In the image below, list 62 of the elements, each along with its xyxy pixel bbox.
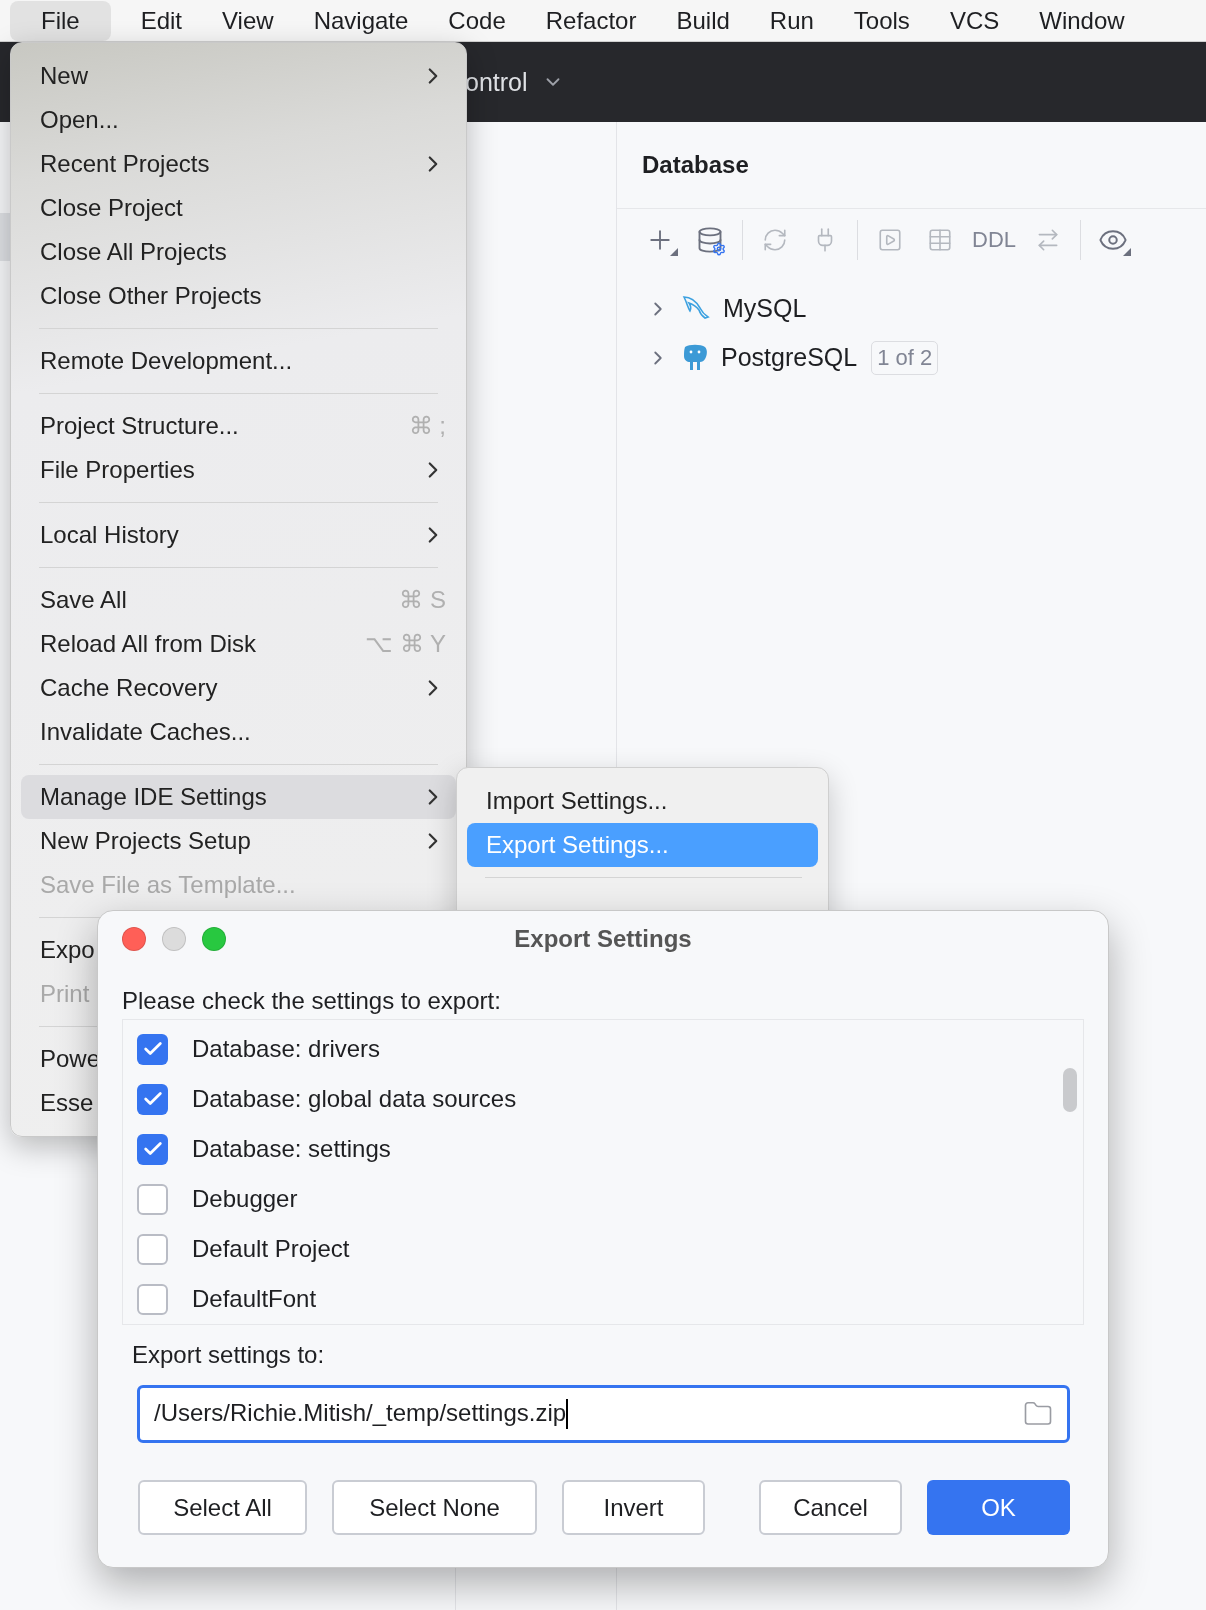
menu-item[interactable]: Recent Projects [21,142,456,186]
shortcut-text: ⌥ ⌘ Y [365,630,446,658]
ok-button[interactable]: OK [927,1480,1070,1535]
menu-bar-item[interactable]: File [10,0,111,41]
menu-item[interactable]: New Projects Setup [21,819,456,863]
menu-item[interactable]: Local History [21,513,456,557]
menu-bar-item[interactable]: View [202,0,294,41]
dialog-button[interactable]: Invert [562,1480,705,1535]
menu-bar-item[interactable]: Window [1019,0,1145,41]
menu-item[interactable]: Reload All from Disk ⌥ ⌘ Y [21,622,456,666]
menu-bar-item[interactable]: Navigate [293,0,429,41]
tree-item[interactable]: PostgreSQL [721,343,858,372]
menu-item[interactable]: Close Project [21,186,456,230]
menu-item[interactable]: Save All ⌘ S [21,578,456,622]
field-label: Export settings to: [132,1340,326,1370]
path-field[interactable]: /Users/Richie.Mitish/_temp/settings.zip [137,1385,1070,1443]
tree-item[interactable]: MySQL [723,294,807,323]
minimize-button[interactable] [162,927,186,951]
menu-bar-item[interactable]: VCS [929,0,1020,41]
dialog-title: Export Settings [514,925,692,953]
menu-item[interactable]: Close Other Projects [21,274,456,318]
setting-label: Database: global data sources [192,1085,517,1113]
panel-title: Database [617,122,1206,209]
menu-bar-item[interactable]: Run [749,0,834,41]
menu-bar-item[interactable]: Edit [120,0,203,41]
dialog-button[interactable]: Select None [332,1480,537,1535]
elephant-icon [681,342,709,373]
shortcut-text: ⌘ ; [408,412,446,440]
zoom-button[interactable] [202,927,226,951]
menu-item[interactable]: Invalidate Caches... [21,710,456,754]
checkbox[interactable] [137,1283,168,1315]
shortcut-text: ⌘ S [399,586,446,614]
setting-label: Database: drivers [192,1035,381,1063]
project-switcher[interactable]: ontrol [465,67,528,97]
checkbox[interactable] [137,1083,168,1115]
menu-item[interactable]: Remote Development... [21,339,456,383]
setting-label: Default Project [192,1235,350,1263]
menu-item[interactable]: Manage IDE Settings [21,775,456,819]
menu-bar-item[interactable]: Build [656,0,750,41]
dialog-button[interactable]: Cancel [759,1480,902,1535]
menu-bar-item[interactable]: Code [428,0,526,41]
menu-item[interactable]: Project Structure... ⌘ ; [21,404,456,448]
menu-item[interactable]: Import Settings... [467,779,818,823]
menu-bar-item[interactable]: Refactor [525,0,657,41]
scrollbar-thumb[interactable] [1063,1068,1077,1112]
menu-item[interactable]: File Properties [21,448,456,492]
checkbox[interactable] [137,1033,168,1065]
close-button[interactable] [122,927,146,951]
menu-bar-item[interactable]: Tools [833,0,930,41]
setting-label: DefaultFont [192,1285,317,1313]
checkbox[interactable] [137,1233,168,1265]
menu-item[interactable]: New [21,54,456,98]
count-badge: 1 of 2 [871,340,939,375]
checkbox[interactable] [137,1183,168,1215]
checkbox[interactable] [137,1133,168,1165]
setting-label: Database: settings [192,1135,391,1163]
menu-item[interactable]: Open... [21,98,456,142]
dialog-button[interactable]: Select All [138,1480,307,1535]
menu-item[interactable]: Cache Recovery [21,666,456,710]
setting-label: Debugger [192,1185,298,1213]
prompt-text: Please check the settings to export: [122,986,502,1016]
menu-item[interactable]: Close All Projects [21,230,456,274]
